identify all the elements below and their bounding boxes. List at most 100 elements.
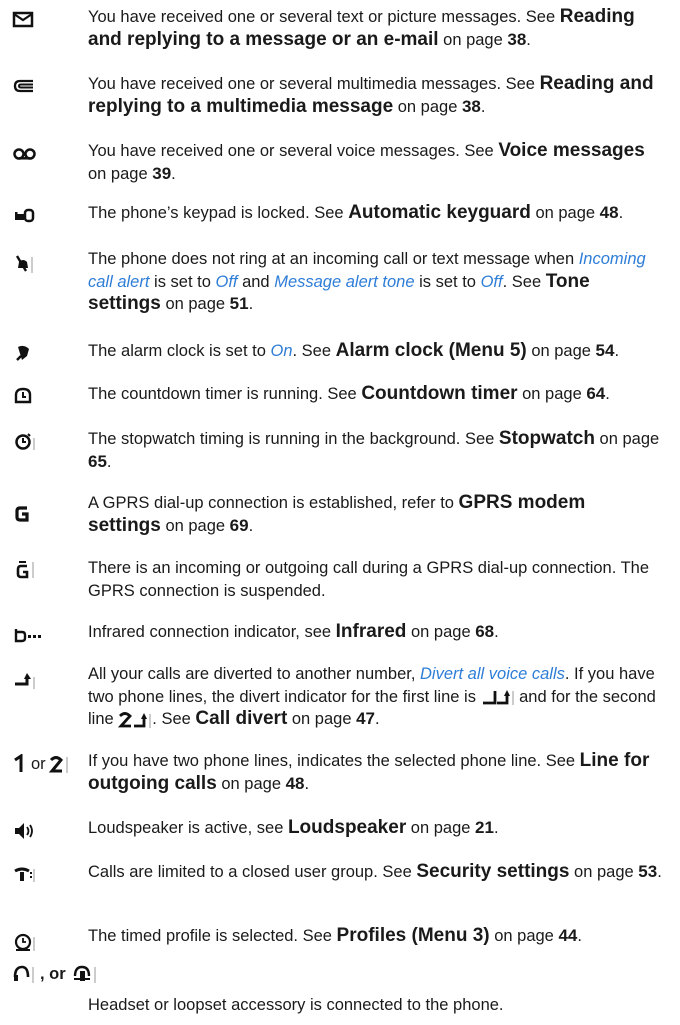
description-text: on page — [406, 819, 476, 837]
description-text: on page — [438, 30, 508, 49]
setting-name: Divert all voice calls — [420, 665, 565, 683]
indicator-row-phone-line: or If you have two phone lines, indicate… — [0, 750, 680, 800]
divert-icon — [15, 673, 35, 689]
indicator-description: The phone does not ring at an incoming c… — [88, 248, 662, 316]
indicator-row-closed-user-group: Calls are limited to a closed user group… — [0, 861, 680, 911]
indicator-description: There is an incoming or outgoing call du… — [88, 557, 662, 602]
document-page: You have received one or several text or… — [0, 0, 680, 1025]
description-text: . — [248, 516, 254, 535]
page-number: 48 — [599, 203, 619, 222]
cross-reference-title: Security settings — [416, 861, 570, 882]
indicator-description: The timed profile is selected. See Profi… — [88, 925, 662, 948]
description-text: on page — [517, 385, 587, 403]
envelope-icon — [12, 11, 34, 28]
description-text: . — [605, 385, 610, 403]
divert-line-2-icon — [118, 711, 151, 728]
indicator-description: The countdown timer is running. See Coun… — [88, 383, 662, 406]
divert-line-1-icon — [482, 690, 514, 706]
description-text: . — [526, 30, 531, 49]
page-number: 39 — [152, 163, 172, 183]
setting-value: Off — [480, 272, 503, 291]
page-number: 38 — [507, 29, 527, 49]
description-text: . — [657, 863, 662, 881]
or-separator: , or — [40, 964, 66, 983]
page-number: 21 — [475, 818, 494, 837]
cross-reference-title: Stopwatch — [498, 428, 595, 449]
description-text: . — [106, 452, 112, 471]
indicator-description: Headset or loopset accessory is connecte… — [88, 994, 662, 1017]
description-text: . See — [292, 342, 336, 360]
page-number: 53 — [638, 862, 658, 881]
description-text: on page — [569, 863, 639, 881]
description-text: on page — [594, 430, 660, 448]
description-text: The countdown timer is running. See — [88, 385, 362, 403]
indicator-row-alarm: The alarm clock is set to On. See Alarm … — [0, 340, 680, 368]
line-1-icon — [14, 754, 23, 772]
indicator-description: You have received one or several text or… — [88, 6, 662, 51]
page-number: 68 — [475, 622, 495, 641]
description-text: on page — [160, 516, 230, 535]
description-text: . — [304, 774, 310, 793]
indicator-description: The stopwatch timing is running in the b… — [88, 428, 662, 473]
indicator-description: If you have two phone lines, indicates t… — [88, 750, 662, 795]
gprs-suspended-icon — [16, 561, 34, 579]
or-separator: or — [31, 754, 46, 773]
cross-reference-title: Countdown timer — [361, 383, 518, 404]
description-text: on page — [160, 295, 230, 313]
indicator-row-silent: The phone does not ring at an incoming c… — [0, 248, 680, 323]
description-text: on page — [530, 204, 600, 222]
indicator-row-countdown: The countdown timer is running. See Coun… — [0, 383, 680, 411]
description-text: The phone does not ring at an incoming c… — [88, 250, 579, 268]
description-text: is set to — [414, 272, 481, 291]
cross-reference-title: Alarm clock (Menu 5) — [335, 340, 527, 361]
page-number: 44 — [558, 926, 578, 945]
cross-reference-title: Profiles (Menu 3) — [336, 925, 490, 946]
description-text: There is an incoming or outgoing call du… — [88, 559, 650, 600]
indicator-description: Loudspeaker is active, see Loudspeaker o… — [88, 817, 662, 840]
indicator-description: You have received one or several voice m… — [88, 140, 662, 185]
description-text: on page — [526, 342, 596, 360]
description-text: . See — [152, 710, 196, 728]
description-text: on page — [88, 164, 153, 183]
description-text: The stopwatch timing is running in the b… — [88, 430, 499, 448]
cross-reference-title: Voice messages — [498, 140, 645, 161]
description-text: Calls are limited to a closed user group… — [88, 863, 417, 881]
setting-name: Message alert tone — [274, 272, 415, 291]
gprs-icon — [15, 506, 29, 522]
description-text: on page — [287, 710, 357, 728]
countdown-timer-icon — [14, 387, 32, 404]
description-text: is set to — [149, 272, 216, 291]
page-number: 69 — [229, 515, 249, 535]
cross-reference-title: Call divert — [195, 708, 288, 729]
description-text: Headset or loopset accessory is connecte… — [88, 996, 504, 1014]
headset-icons: , or — [12, 962, 100, 986]
description-text: . See — [502, 272, 546, 291]
description-text: . — [375, 710, 380, 728]
loopset-icon — [73, 965, 96, 983]
indicator-row-messages: You have received one or several text or… — [0, 6, 680, 56]
indicator-row-stopwatch: The stopwatch timing is running in the b… — [0, 428, 680, 478]
description-text: A GPRS dial-up connection is established… — [88, 494, 459, 512]
indicator-description: The alarm clock is set to On. See Alarm … — [88, 340, 662, 363]
description-text: on page — [216, 774, 286, 793]
loudspeaker-icon — [15, 823, 33, 839]
description-text: . — [577, 927, 582, 945]
cross-reference-title: Infrared — [335, 621, 407, 642]
description-text: . — [493, 819, 499, 837]
cross-reference-title: Loudspeaker — [287, 817, 407, 838]
description-text: Infrared connection indicator, see — [88, 623, 336, 641]
indicator-row-timed-profile: The timed profile is selected. See Profi… — [0, 925, 680, 953]
description-text: on page — [406, 623, 476, 641]
description-text: . — [494, 623, 499, 641]
description-text: . — [171, 164, 176, 183]
closed-user-group-icon — [14, 867, 35, 882]
description-text: . — [618, 204, 624, 222]
description-text: The timed profile is selected. See — [88, 927, 337, 945]
description-text: and — [237, 272, 275, 291]
setting-value: On — [270, 342, 293, 360]
description-text: on page — [489, 927, 559, 945]
stopwatch-icon — [15, 433, 35, 450]
description-text: The phone’s keypad is locked. See — [88, 204, 349, 222]
indicator-row-voicemail: You have received one or several voice m… — [0, 140, 680, 190]
indicator-row-keypad-lock: The phone’s keypad is locked. See Automa… — [0, 202, 680, 230]
